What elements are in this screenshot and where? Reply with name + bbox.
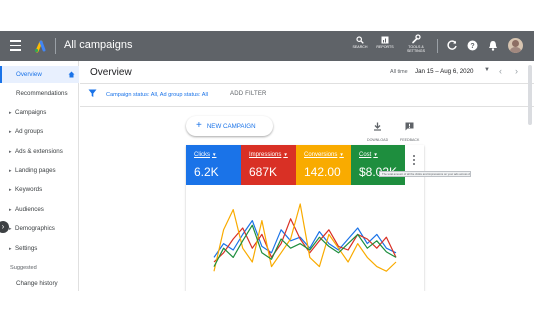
feedback-icon <box>405 122 414 131</box>
sidebar-item-label: Audiences <box>15 206 44 213</box>
caret-right-icon: ▸ <box>9 225 12 232</box>
sidebar-item-recommendations[interactable]: Recommendations <box>0 85 79 102</box>
metric-label: Clicks <box>194 152 210 158</box>
impressions-metric-tile[interactable]: Impressions ▼ 687K <box>241 145 296 185</box>
caret-right-icon: ▸ <box>9 128 12 135</box>
cost-metric-tile[interactable]: Cost▼ $8.02K <box>351 145 405 185</box>
metric-tooltip: The total amount of all the clicks and i… <box>379 171 471 177</box>
header-divider <box>437 39 438 53</box>
dropdown-arrow-icon: ▼ <box>212 152 217 157</box>
search-icon <box>356 36 364 44</box>
date-range-value[interactable]: Jan 15 – Aug 6, 2020 <box>415 68 474 75</box>
reports-label: REPORTS <box>376 45 394 49</box>
caret-right-icon: ▸ <box>9 148 12 155</box>
metric-label: Impressions <box>249 152 282 158</box>
add-filter-button[interactable]: ADD FILTER <box>230 91 267 97</box>
sidebar-item-label: Recommendations <box>16 90 68 97</box>
filter-bar: Campaign status: All, Ad group status: A… <box>80 84 534 106</box>
sidebar-item-label: Settings <box>15 245 38 252</box>
search-label: SEARCH <box>352 45 368 49</box>
sidebar-item-label: Landing pages <box>15 167 56 174</box>
metric-value: 6.2K <box>194 165 219 179</box>
caret-right-icon: ▸ <box>9 167 12 174</box>
download-label: DOWNLOAD <box>367 138 389 142</box>
reports-icon <box>381 36 389 44</box>
sidebar-item-ad-groups[interactable]: ▸ Ad groups <box>0 123 79 140</box>
home-icon <box>68 71 75 78</box>
clicks-metric-tile[interactable]: Clicks ▼ 6.2K <box>186 145 241 185</box>
help-icon[interactable]: ? <box>467 40 478 51</box>
main-content: Overview All time Jan 15 – Aug 6, 2020 ▼… <box>80 61 534 291</box>
metric-value: 142.00 <box>304 165 341 179</box>
performance-card: Clicks ▼ 6.2K Impressions ▼ 687K Conversio… <box>186 145 471 291</box>
plus-icon: + <box>196 120 202 131</box>
notification-bell-icon[interactable] <box>488 40 498 51</box>
performance-line-chart <box>213 203 397 272</box>
download-button[interactable]: DOWNLOAD <box>367 118 388 142</box>
next-period-icon[interactable]: › <box>515 66 518 76</box>
sidebar-item-label: Overview <box>16 71 42 78</box>
tools-settings-label: TOOLS & SETTINGS <box>407 45 425 53</box>
previous-period-icon[interactable]: ‹ <box>499 66 502 76</box>
sidebar-item-settings[interactable]: ▸ Settings <box>0 240 79 257</box>
page-title: All campaigns <box>64 39 133 51</box>
search-tool-button[interactable]: SEARCH <box>352 36 368 49</box>
feedback-button[interactable]: FEEDBACK <box>400 118 419 142</box>
sidebar-item-overview[interactable]: Overview <box>0 66 79 83</box>
sidebar-item-demographics[interactable]: ▸ Demographics <box>0 220 79 237</box>
sidebar-item-label: Change history <box>16 280 58 287</box>
scrollbar-thumb[interactable] <box>528 65 532 125</box>
sidebar-item-keywords[interactable]: ▸ Keywords <box>0 181 79 198</box>
hamburger-menu-icon[interactable] <box>10 40 21 52</box>
bottom-whitespace <box>0 291 534 322</box>
dropdown-arrow-icon: ▼ <box>373 152 378 157</box>
chart-series-line-0 <box>213 219 397 258</box>
dropdown-arrow-icon: ▼ <box>339 152 344 157</box>
header-separator <box>55 38 56 54</box>
sidebar-item-label: Ad groups <box>15 128 44 135</box>
sidebar-item-ads-extensions[interactable]: ▸ Ads & extensions <box>0 143 79 160</box>
sidebar-item-label: Ads & extensions <box>15 148 63 155</box>
sidebar-item-landing-pages[interactable]: ▸ Landing pages <box>0 162 79 179</box>
new-campaign-label: NEW CAMPAIGN <box>206 122 256 130</box>
sidebar-item-label: Demographics <box>15 225 55 232</box>
user-avatar[interactable] <box>508 38 523 53</box>
sidebar-item-audiences[interactable]: ▸ Audiences <box>0 201 79 218</box>
wrench-icon <box>412 34 421 44</box>
sidebar-item-campaigns[interactable]: ▸ Campaigns <box>0 104 79 121</box>
google-ads-logo-icon <box>34 40 46 53</box>
feedback-label: FEEDBACK <box>400 138 420 142</box>
caret-right-icon: ▸ <box>9 109 12 116</box>
sidebar-item-label: Keywords <box>15 186 43 193</box>
metric-value: 687K <box>249 165 278 179</box>
sidebar-item-label: Campaigns <box>15 109 47 116</box>
sidebar: Overview Recommendations ▸ Campaigns ▸ A… <box>0 61 79 291</box>
refresh-icon[interactable] <box>447 40 458 51</box>
overview-heading: Overview <box>90 67 132 78</box>
sidebar-item-change-history[interactable]: Change history <box>0 275 79 292</box>
download-icon <box>374 122 382 131</box>
metric-label: Conversions <box>304 152 338 158</box>
caret-right-icon: ▸ <box>9 206 12 213</box>
more-options-icon[interactable] <box>413 155 417 167</box>
dropdown-arrow-icon: ▼ <box>283 152 288 157</box>
tools-settings-button[interactable]: TOOLS & SETTINGS <box>403 34 429 53</box>
top-navigation-bar: All campaigns SEARCH REPORTS TOOLS & SET… <box>0 31 534 61</box>
filter-chip[interactable]: Campaign status: All, Ad group status: A… <box>106 92 208 98</box>
filter-icon[interactable] <box>88 89 97 98</box>
filter-divider <box>80 106 534 107</box>
new-campaign-button[interactable]: + NEW CAMPAIGN <box>186 116 273 136</box>
reports-tool-button[interactable]: REPORTS <box>376 36 394 49</box>
sidebar-section-suggested: Suggested <box>10 265 37 271</box>
date-dropdown-icon[interactable]: ▼ <box>484 67 490 73</box>
conversions-metric-tile[interactable]: Conversions ▼ 142.00 <box>296 145 351 185</box>
metric-label: Cost <box>359 152 372 158</box>
caret-right-icon: ▸ <box>9 245 12 252</box>
svg-text:?: ? <box>470 43 474 50</box>
scrollbar[interactable] <box>527 61 533 291</box>
caret-right-icon: ▸ <box>9 186 12 193</box>
date-range-label: All time <box>390 69 408 75</box>
